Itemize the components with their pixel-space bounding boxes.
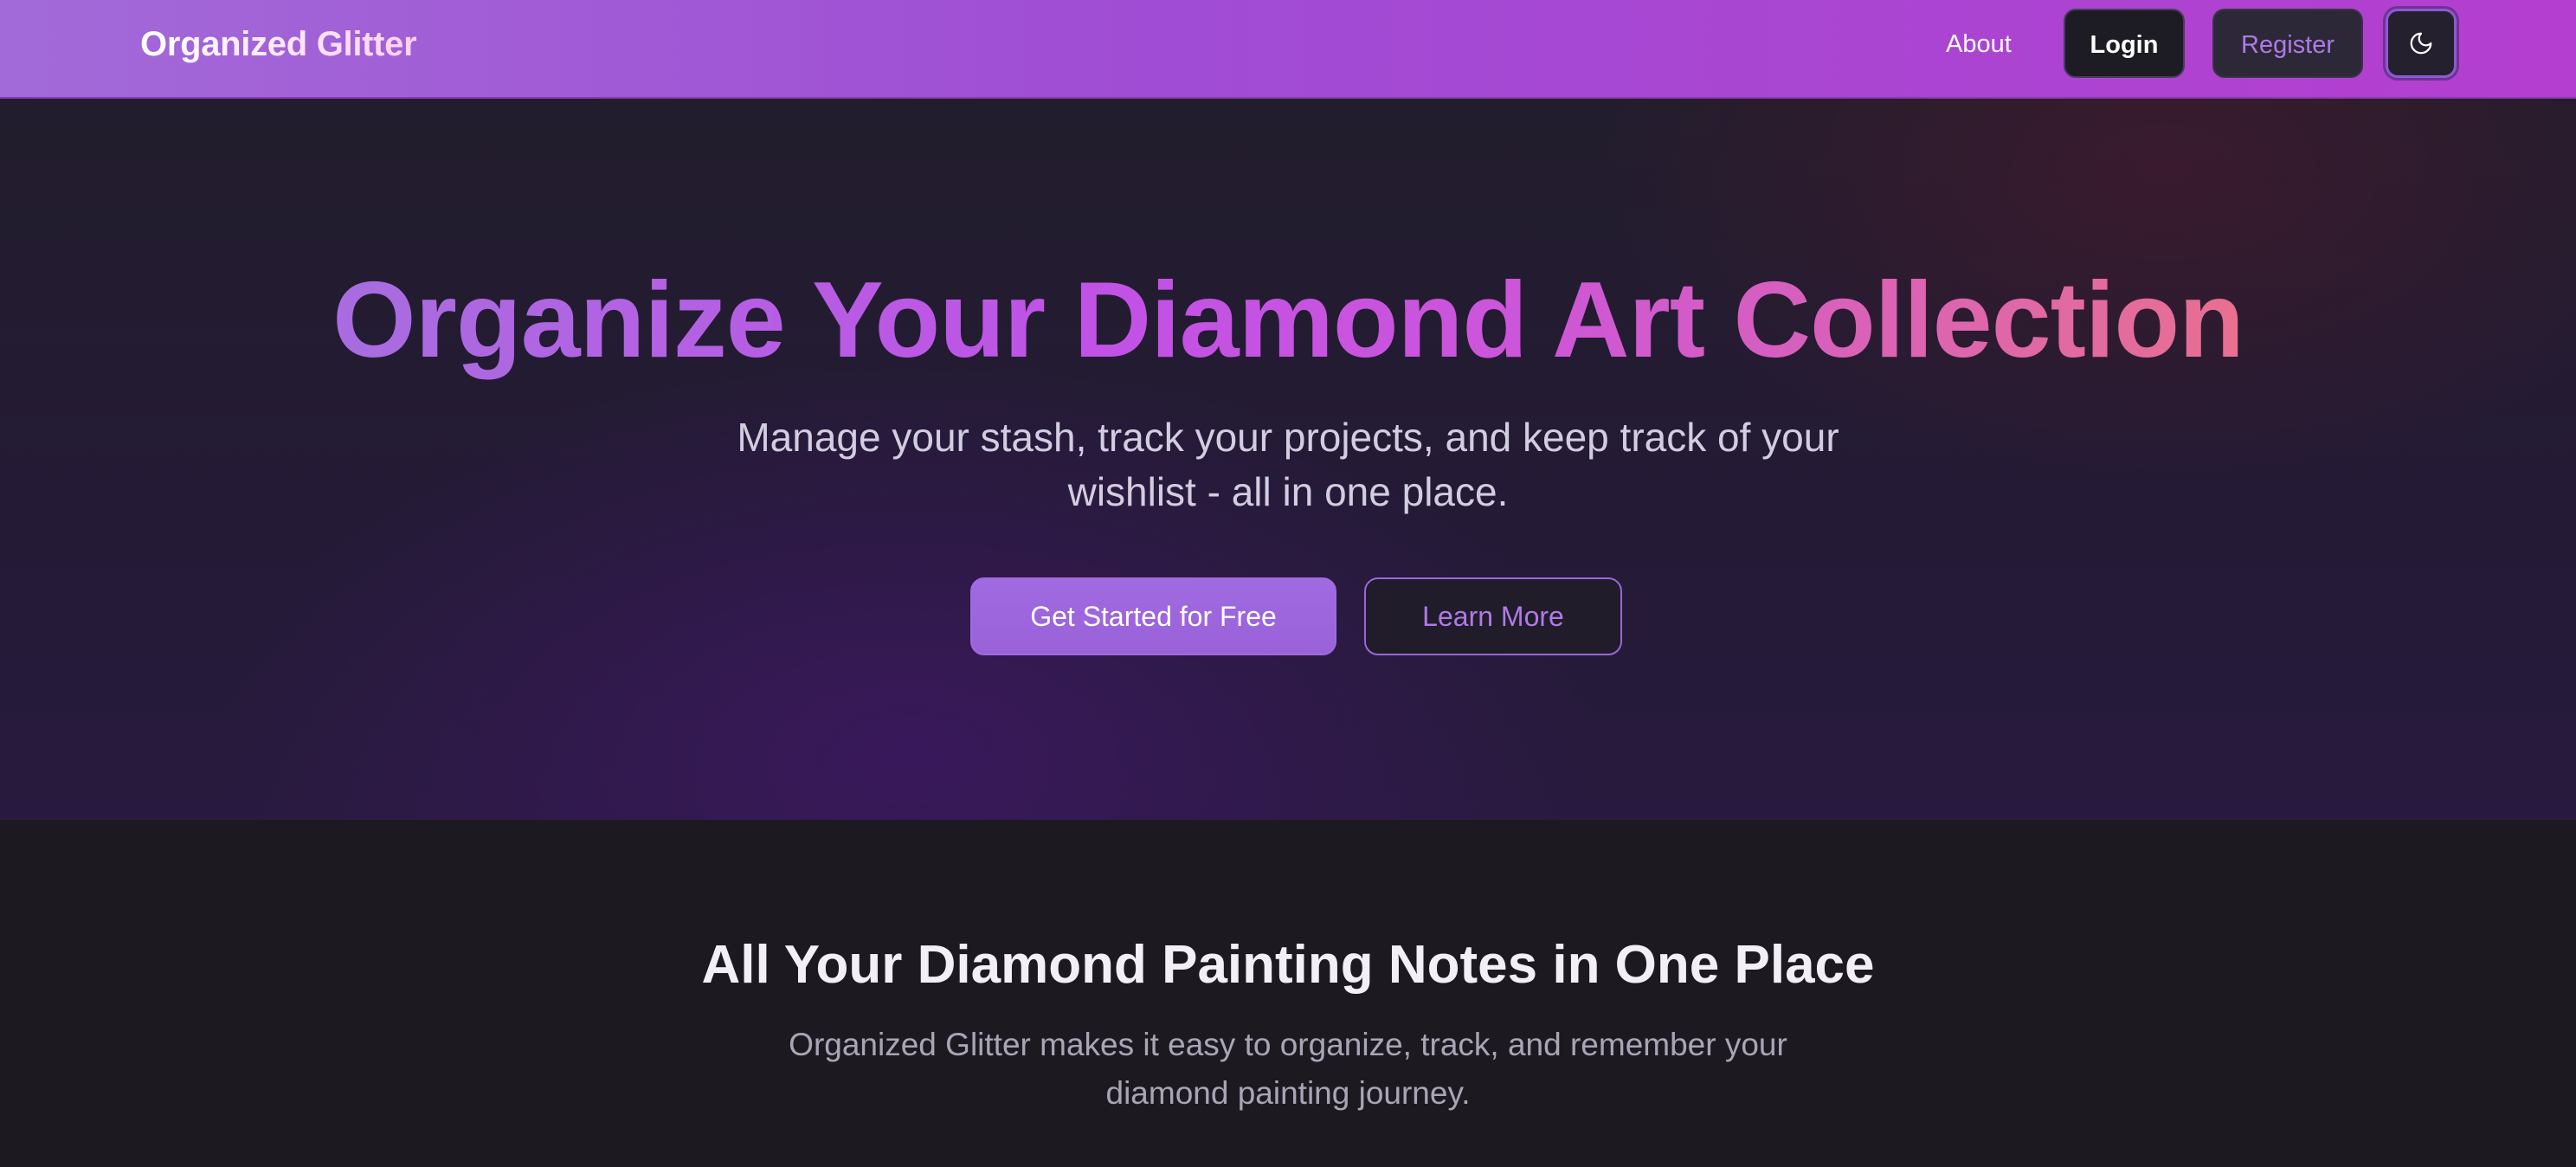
features-subtitle: Organized Glitter makes it easy to organ… (789, 1027, 1787, 1111)
hero-section: Organize Your Diamond Art Collection Man… (0, 99, 2576, 820)
get-started-button[interactable]: Get Started for Free (970, 577, 1336, 655)
register-button[interactable]: Register (2212, 9, 2363, 78)
features-section: All Your Diamond Painting Notes in One P… (0, 820, 2576, 1167)
top-navbar: Organized Glitter About Login Register (0, 0, 2576, 99)
brand-logo-link[interactable]: Organized Glitter (140, 21, 417, 68)
nav-about-link[interactable]: About (1946, 23, 2012, 66)
moon-icon (2408, 30, 2434, 56)
features-title: All Your Diamond Painting Notes in One P… (701, 935, 1875, 995)
hero-title: Organize Your Diamond Art Collection (332, 261, 2244, 380)
theme-toggle-button[interactable] (2386, 9, 2457, 78)
learn-more-button[interactable]: Learn More (1364, 577, 1622, 655)
hero-subtitle: Manage your stash, track your projects, … (737, 415, 1839, 514)
login-button[interactable]: Login (2064, 9, 2185, 78)
